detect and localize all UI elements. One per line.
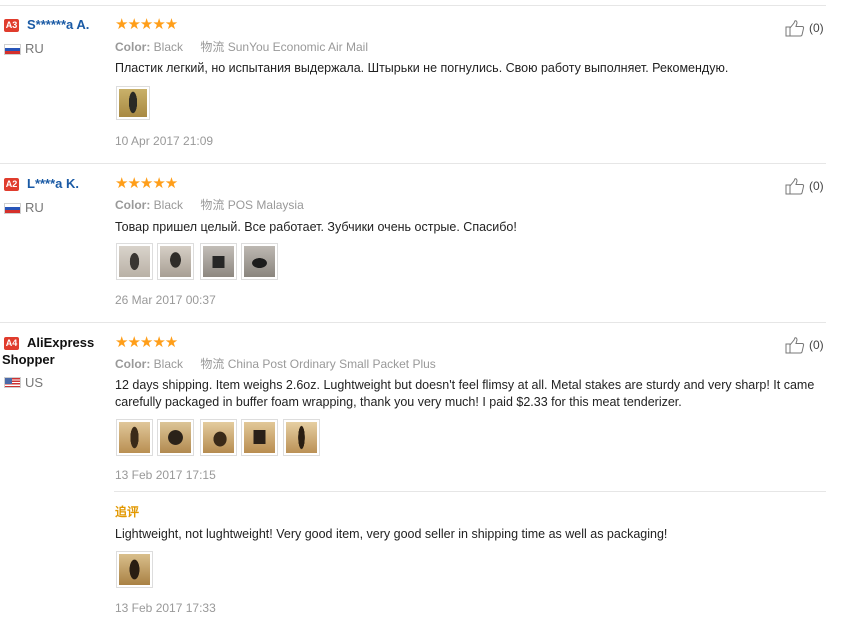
shipping-label: 物流 xyxy=(200,198,225,212)
buyer-level-badge: A2 xyxy=(4,178,19,191)
thumbs-up-icon xyxy=(785,20,805,37)
helpful-button[interactable]: (0) xyxy=(785,336,830,354)
followup-date: 13 Feb 2017 17:33 xyxy=(115,601,216,615)
russia-flag-icon xyxy=(4,203,21,214)
shipping-method: SunYou Economic Air Mail xyxy=(227,40,369,54)
order-info: Color: Black 物流 POS Malaysia xyxy=(115,196,304,213)
review-date: 13 Feb 2017 17:15 xyxy=(115,468,216,482)
russia-flag-icon xyxy=(4,44,21,55)
helpful-count: (0) xyxy=(809,338,824,352)
star-rating: ★★★★★ xyxy=(115,16,178,33)
shipping-label: 物流 xyxy=(200,40,225,54)
helpful-count: (0) xyxy=(809,179,824,193)
review-photo[interactable] xyxy=(200,419,237,456)
color-value: Black xyxy=(153,40,184,54)
reviewer-country: RU xyxy=(25,41,44,56)
usa-flag-icon xyxy=(4,377,21,388)
review-text: Товар пришел целый. Все работает. Зубчик… xyxy=(115,220,517,234)
reviewer-name[interactable]: AliExpress Shopper xyxy=(2,334,106,368)
followup-label: 追评 xyxy=(115,505,140,519)
review-photo[interactable] xyxy=(116,243,153,280)
divider xyxy=(0,163,826,164)
review-photo[interactable] xyxy=(241,419,278,456)
review-text: 12 days shipping. Item weighs 2.6oz. Lug… xyxy=(115,378,815,409)
buyer-level-badge: A3 xyxy=(4,19,19,32)
followup-photo[interactable] xyxy=(116,551,153,588)
star-rating: ★★★★★ xyxy=(115,334,178,351)
followup-text: Lightweight, not lughtweight! Very good … xyxy=(115,527,668,541)
helpful-count: (0) xyxy=(809,21,824,35)
order-info: Color: Black 物流 SunYou Economic Air Mail xyxy=(115,38,368,55)
review-photo[interactable] xyxy=(200,243,237,280)
shipping-method: China Post Ordinary Small Packet Plus xyxy=(227,357,436,371)
color-value: Black xyxy=(153,357,184,371)
review-photo[interactable] xyxy=(241,243,278,280)
star-rating: ★★★★★ xyxy=(115,175,178,192)
thumbs-up-icon xyxy=(785,178,805,195)
order-info: Color: Black 物流 China Post Ordinary Smal… xyxy=(115,355,436,372)
reviewer-country: RU xyxy=(25,200,44,215)
shipping-label: 物流 xyxy=(200,357,225,371)
helpful-button[interactable]: (0) xyxy=(785,19,830,37)
color-label: Color: xyxy=(115,357,151,371)
divider xyxy=(0,322,826,323)
review-photo[interactable] xyxy=(116,419,153,456)
color-label: Color: xyxy=(115,198,151,212)
review-date: 10 Apr 2017 21:09 xyxy=(115,134,214,148)
reviewer-name[interactable]: L****a K. xyxy=(27,176,79,191)
divider xyxy=(0,5,826,6)
thumbs-up-icon xyxy=(785,337,805,354)
reviewer-name[interactable]: S******a A. xyxy=(27,17,89,32)
shipping-method: POS Malaysia xyxy=(227,198,304,212)
divider xyxy=(114,491,826,492)
review-photo[interactable] xyxy=(157,243,194,280)
review-date: 26 Mar 2017 00:37 xyxy=(115,293,216,307)
review-photo[interactable] xyxy=(283,419,320,456)
color-label: Color: xyxy=(115,40,151,54)
review-photo[interactable] xyxy=(116,86,150,120)
helpful-button[interactable]: (0) xyxy=(785,177,830,195)
reviewer-country: US xyxy=(25,375,44,390)
color-value: Black xyxy=(153,198,184,212)
review-text: Пластик легкий, но испытания выдержала. … xyxy=(115,61,729,75)
review-photo[interactable] xyxy=(157,419,194,456)
